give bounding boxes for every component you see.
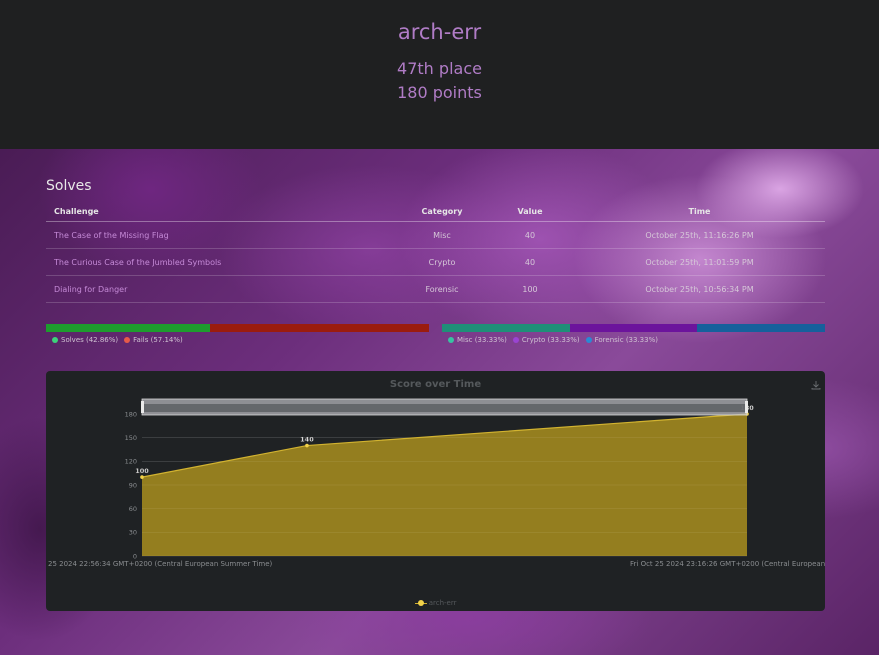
category-cell: Crypto xyxy=(398,248,486,276)
column-challenge: Challenge xyxy=(46,201,398,222)
team-points: 180 points xyxy=(397,83,482,102)
category-bar[interactable] xyxy=(442,324,825,332)
legend-item-solves[interactable]: Solves (42.86%) xyxy=(52,336,118,344)
x-start-label: 25 2024 22:56:34 GMT+0200 (Central Europ… xyxy=(48,560,273,568)
misc-segment[interactable] xyxy=(442,324,570,332)
y-tick-label: 150 xyxy=(125,434,137,442)
solve-fail-bar[interactable] xyxy=(46,324,429,332)
data-label: 140 xyxy=(300,436,314,444)
solves-title: Solves xyxy=(46,178,92,194)
fails-dot-icon xyxy=(124,337,131,343)
legend-label: Forensic (33.33%) xyxy=(594,336,658,344)
time-cell: October 25th, 11:01:59 PM xyxy=(574,248,825,276)
table-row: The Curious Case of the Jumbled Symbols … xyxy=(46,248,825,276)
value-cell: 40 xyxy=(486,221,574,249)
table-row: The Case of the Missing Flag Misc 40 Oct… xyxy=(46,221,825,249)
legend-item-forensic[interactable]: Forensic (33.33%) xyxy=(585,336,658,344)
zoom-handle-left xyxy=(141,401,144,413)
chart-canvas: 0306090120150180100140180 xyxy=(125,398,754,560)
solves-table: Challenge Category Value Time The Case o… xyxy=(46,201,825,303)
table-header-row: Challenge Category Value Time xyxy=(46,201,825,222)
y-tick-label: 90 xyxy=(129,481,137,489)
series-legend-label: arch-err xyxy=(428,599,457,607)
zoom-slider-track xyxy=(144,404,745,412)
crypto-segment[interactable] xyxy=(569,324,698,332)
solve-fail-legend: Solves (42.86%) Fails (57.14%) xyxy=(52,336,183,344)
challenge-link[interactable]: The Curious Case of the Jumbled Symbols xyxy=(46,248,398,276)
legend-item-misc[interactable]: Misc (33.33%) xyxy=(448,336,507,344)
column-value: Value xyxy=(486,201,574,222)
misc-dot-icon xyxy=(448,337,454,343)
x-end-label: Fri Oct 25 2024 23:16:26 GMT+0200 (Centr… xyxy=(630,560,825,568)
fails-segment[interactable] xyxy=(210,324,429,332)
team-place: 47th place xyxy=(397,59,482,78)
column-time: Time xyxy=(574,201,825,222)
legend-item-fails[interactable]: Fails (57.14%) xyxy=(124,336,183,344)
series-marker-icon xyxy=(414,600,427,606)
score-chart: Score over Time 030609012015018010014018… xyxy=(46,371,825,611)
legend-label: Misc (33.33%) xyxy=(457,336,507,344)
team-header: arch-err 47th place 180 points xyxy=(0,0,879,149)
time-cell: October 25th, 10:56:34 PM xyxy=(574,275,825,303)
y-tick-label: 180 xyxy=(125,410,137,418)
legend-label: Crypto (33.33%) xyxy=(521,336,580,344)
challenge-link[interactable]: Dialing for Danger xyxy=(46,275,398,303)
y-tick-label: 30 xyxy=(129,529,137,537)
category-cell: Forensic xyxy=(398,275,486,303)
legend-label: Solves (42.86%) xyxy=(61,336,119,344)
table-row: Dialing for Danger Forensic 100 October … xyxy=(46,275,825,303)
forensic-segment[interactable] xyxy=(697,324,825,332)
column-category: Category xyxy=(398,201,486,222)
zoom-handle-right xyxy=(745,401,748,413)
legend-label: Fails (57.14%) xyxy=(133,336,183,344)
category-cell: Misc xyxy=(398,221,486,249)
solves-segment[interactable] xyxy=(46,324,211,332)
data-label: 100 xyxy=(135,467,149,475)
series-legend[interactable]: arch-err xyxy=(46,599,825,607)
solves-dot-icon xyxy=(52,337,58,343)
y-tick-label: 60 xyxy=(129,505,137,513)
legend-item-crypto[interactable]: Crypto (33.33%) xyxy=(512,336,580,344)
team-name: arch-err xyxy=(397,20,482,44)
data-point xyxy=(305,443,309,448)
value-cell: 40 xyxy=(486,248,574,276)
crypto-dot-icon xyxy=(512,337,519,343)
category-legend: Misc (33.33%) Crypto (33.33%) Forensic (… xyxy=(448,336,658,344)
y-tick-label: 120 xyxy=(125,458,137,466)
forensic-dot-icon xyxy=(585,337,592,343)
data-point xyxy=(140,475,144,479)
challenge-link[interactable]: The Case of the Missing Flag xyxy=(46,221,398,249)
value-cell: 100 xyxy=(486,275,574,303)
time-cell: October 25th, 11:16:26 PM xyxy=(574,221,825,249)
